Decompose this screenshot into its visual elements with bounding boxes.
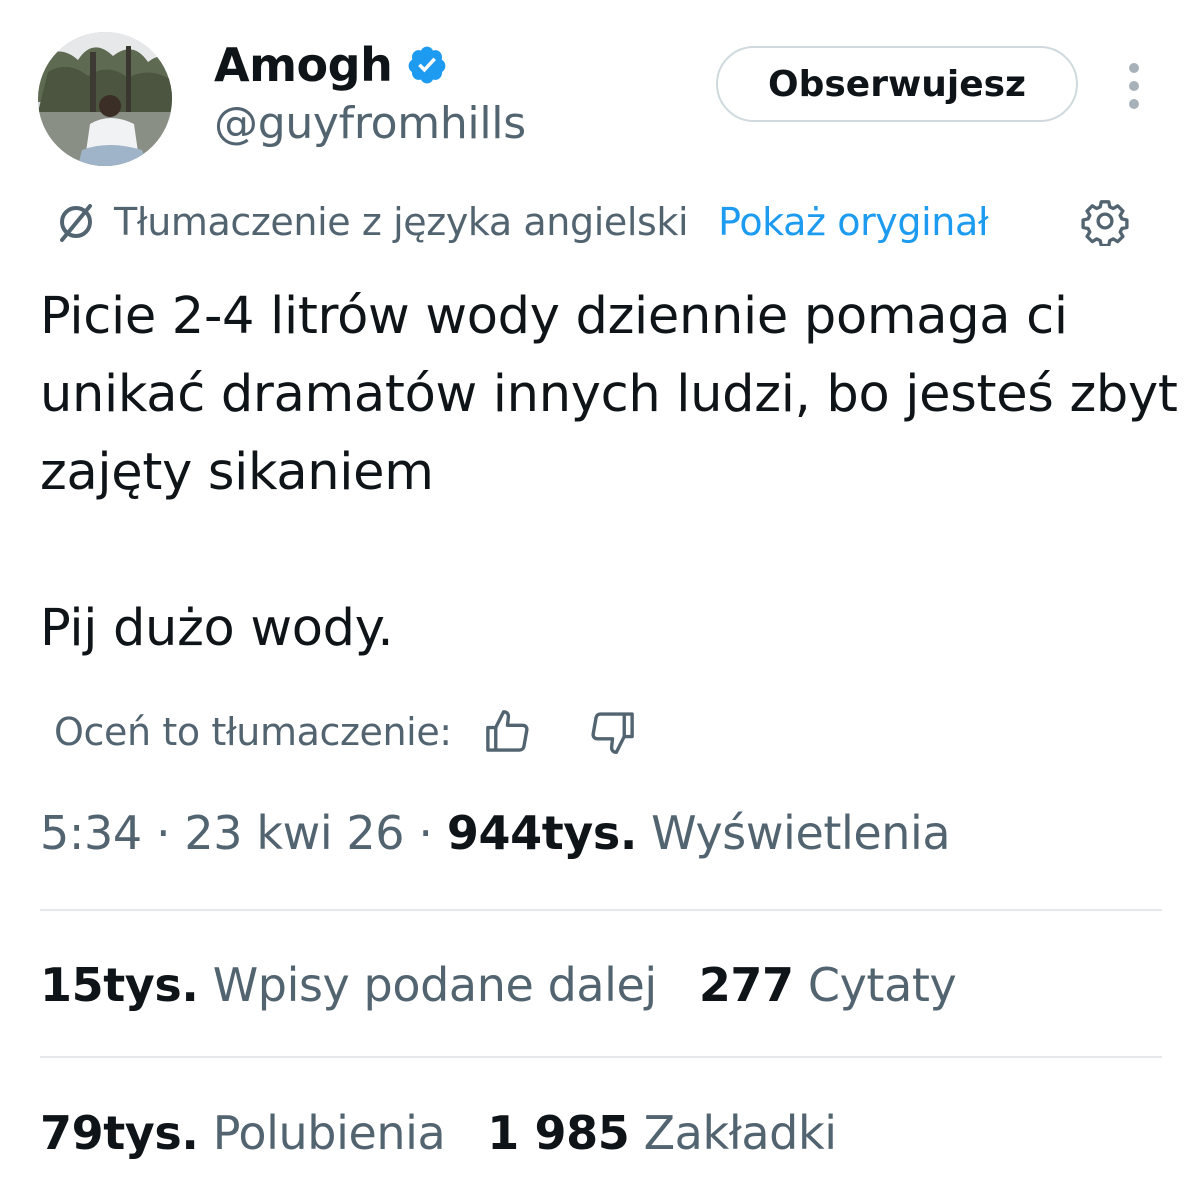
tweet-date[interactable]: 23 kwi 26 — [184, 806, 404, 860]
reposts-count: 15tys. — [40, 958, 199, 1012]
tweet-paragraph: Pij dużo wody. — [40, 599, 394, 658]
divider — [40, 1056, 1162, 1058]
translate-icon — [52, 198, 100, 246]
avatar-photo — [38, 32, 172, 166]
author-name-row[interactable]: Amogh — [214, 36, 448, 94]
author-handle[interactable]: @guyfromhills — [214, 98, 526, 149]
gear-icon[interactable] — [1080, 196, 1130, 248]
bookmarks-stat[interactable]: 1 985 Zakładki — [487, 1106, 837, 1160]
likes-count: 79tys. — [40, 1106, 199, 1160]
views-label: Wyświetlenia — [651, 806, 951, 860]
bookmarks-count: 1 985 — [487, 1106, 630, 1160]
reposts-label: Wpisy podane dalej — [212, 958, 658, 1012]
meta-separator: · — [418, 806, 433, 860]
reposts-stat[interactable]: 15tys. Wpisy podane dalej — [40, 958, 657, 1012]
rate-translation-label: Oceń to tłumaczenie: — [54, 710, 452, 754]
display-name[interactable]: Amogh — [214, 38, 393, 92]
avatar[interactable] — [38, 32, 172, 166]
tweet-paragraph: Picie 2-4 litrów wody dziennie pomaga ci… — [40, 287, 1178, 502]
more-vertical-icon[interactable] — [1116, 58, 1152, 114]
tweet-text: Picie 2-4 litrów wody dziennie pomaga ci… — [40, 278, 1180, 668]
thumbs-down-icon[interactable] — [586, 705, 640, 759]
translation-label: Tłumaczenie z języka angielski — [114, 200, 689, 244]
stats-row-reposts: 15tys. Wpisy podane dalej 277 Cytaty — [40, 958, 957, 1012]
following-button[interactable]: Obserwujesz — [716, 46, 1078, 122]
divider — [40, 909, 1162, 911]
translation-bar: Tłumaczenie z języka angielski Pokaż ory… — [52, 192, 989, 252]
tweet-time[interactable]: 5:34 — [40, 806, 142, 860]
tweet-meta: 5:34 · 23 kwi 26 · 944tys. Wyświetlenia — [40, 806, 951, 860]
likes-label: Polubienia — [212, 1106, 446, 1160]
verified-badge-icon[interactable] — [406, 44, 448, 86]
rate-translation: Oceń to tłumaczenie: — [54, 702, 640, 762]
bookmarks-label: Zakładki — [643, 1106, 837, 1160]
thumbs-up-icon[interactable] — [480, 705, 534, 759]
quotes-stat[interactable]: 277 Cytaty — [699, 958, 957, 1012]
quotes-count: 277 — [698, 958, 794, 1012]
quotes-label: Cytaty — [807, 958, 957, 1012]
meta-separator: · — [155, 806, 171, 860]
stats-row-likes: 79tys. Polubienia 1 985 Zakładki — [40, 1106, 837, 1160]
likes-stat[interactable]: 79tys. Polubienia — [40, 1106, 446, 1160]
show-original-link[interactable]: Pokaż oryginał — [718, 200, 988, 244]
views-count: 944tys. — [446, 806, 637, 860]
